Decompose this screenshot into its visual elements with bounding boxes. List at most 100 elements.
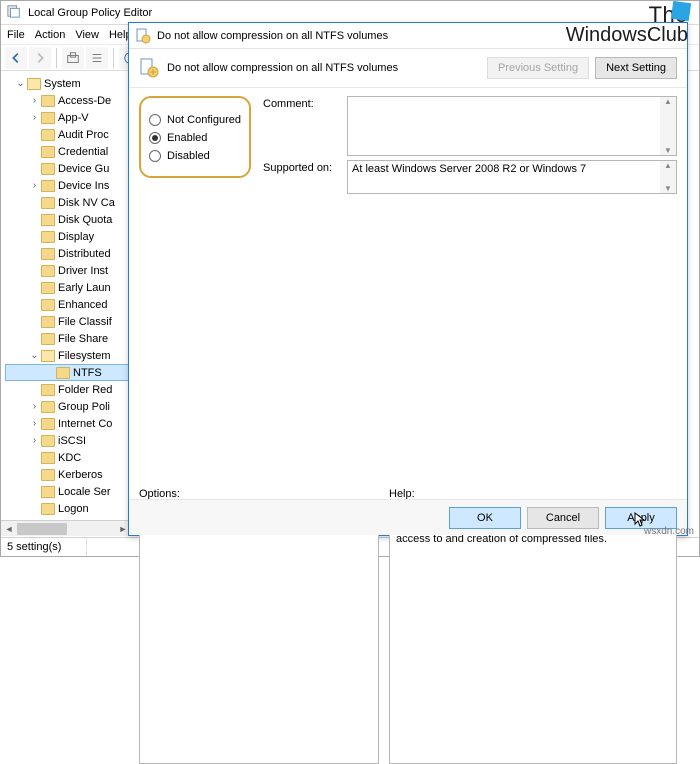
tree-node[interactable]: ›iSCSI (5, 432, 130, 449)
tree-node[interactable]: Audit Proc (5, 126, 130, 143)
tree-node-system[interactable]: ⌄ System (5, 75, 130, 92)
tree-view[interactable]: ⌄ System ›Access-De›App-VAudit ProcCrede… (1, 73, 131, 536)
cancel-button[interactable]: Cancel (527, 507, 599, 529)
folder-icon (27, 78, 41, 90)
scrollbar[interactable]: ▲▼ (660, 97, 676, 155)
expand-icon[interactable] (29, 299, 40, 310)
expand-icon[interactable]: › (29, 112, 40, 123)
next-setting-button[interactable]: Next Setting (595, 57, 677, 79)
folder-icon (41, 231, 55, 243)
expand-icon[interactable] (29, 163, 40, 174)
folder-icon (41, 248, 55, 260)
comment-textbox[interactable]: ▲▼ (347, 96, 677, 156)
expand-icon[interactable] (29, 384, 40, 395)
previous-setting-button[interactable]: Previous Setting (487, 57, 589, 79)
folder-icon (41, 112, 55, 124)
folder-icon (41, 282, 55, 294)
radio-dot-icon (149, 114, 161, 126)
tree-node[interactable]: ⌄Filesystem (5, 347, 130, 364)
radio-enabled[interactable]: Enabled (149, 132, 241, 144)
policy-dialog: Do not allow compression on all NTFS vol… (128, 22, 688, 536)
folder-icon (41, 418, 55, 430)
expand-icon[interactable] (29, 214, 40, 225)
tree-node[interactable]: Early Laun (5, 279, 130, 296)
expand-icon[interactable] (29, 248, 40, 259)
expand-icon[interactable] (29, 129, 40, 140)
expand-icon[interactable] (29, 197, 40, 208)
tree-horizontal-scrollbar[interactable]: ◄ ► (1, 520, 131, 536)
tree-node[interactable]: ›Access-De (5, 92, 130, 109)
toolbar-forward-icon[interactable] (29, 47, 51, 69)
tree-node[interactable]: Kerberos (5, 466, 130, 483)
folder-icon (41, 299, 55, 311)
folder-icon (41, 163, 55, 175)
scroll-up-icon: ▲ (664, 97, 672, 106)
expand-icon[interactable] (29, 282, 40, 293)
dialog-titlebar[interactable]: Do not allow compression on all NTFS vol… (129, 23, 687, 49)
folder-icon (41, 146, 55, 158)
dialog-header-text: Do not allow compression on all NTFS vol… (167, 62, 479, 74)
tree-node[interactable]: Logon (5, 500, 130, 517)
tree-node[interactable]: ›Group Poli (5, 398, 130, 415)
folder-icon (56, 367, 70, 379)
tree-node[interactable]: ›Device Ins (5, 177, 130, 194)
expand-icon[interactable] (29, 231, 40, 242)
expand-icon[interactable] (29, 316, 40, 327)
ok-button[interactable]: OK (449, 507, 521, 529)
menu-action[interactable]: Action (35, 29, 66, 41)
tree-node[interactable]: NTFS (5, 364, 130, 381)
folder-icon (41, 333, 55, 345)
tree-node[interactable]: File Share (5, 330, 130, 347)
tree-node[interactable]: KDC (5, 449, 130, 466)
toolbar-list-icon[interactable] (86, 47, 108, 69)
expand-icon[interactable] (29, 146, 40, 157)
scrollbar[interactable]: ▲▼ (660, 161, 676, 193)
expand-icon[interactable] (29, 469, 40, 480)
statusbar-text: 5 setting(s) (7, 538, 87, 556)
expand-icon[interactable] (44, 367, 55, 378)
expand-icon[interactable]: › (29, 418, 40, 429)
expand-icon[interactable] (29, 503, 40, 514)
radio-disabled[interactable]: Disabled (149, 150, 241, 162)
tree-node[interactable]: Driver Inst (5, 262, 130, 279)
expand-icon[interactable]: › (29, 95, 40, 106)
menu-view[interactable]: View (75, 29, 99, 41)
expand-icon[interactable] (29, 333, 40, 344)
scroll-thumb[interactable] (17, 523, 67, 535)
attribution: wsxdn.com (644, 526, 694, 537)
toolbar-back-icon[interactable] (5, 47, 27, 69)
toolbar-up-icon[interactable] (62, 47, 84, 69)
tree-node[interactable]: Credential (5, 143, 130, 160)
folder-icon (41, 214, 55, 226)
tree-node[interactable]: Disk Quota (5, 211, 130, 228)
menu-file[interactable]: File (7, 29, 25, 41)
policy-icon (135, 28, 151, 44)
folder-icon (41, 401, 55, 413)
scroll-left-icon[interactable]: ◄ (1, 522, 17, 536)
expand-icon[interactable] (29, 265, 40, 276)
expand-icon[interactable]: › (29, 401, 40, 412)
expand-icon[interactable]: › (29, 180, 40, 191)
tree-node[interactable]: ›App-V (5, 109, 130, 126)
supported-label: Supported on: (263, 160, 341, 174)
tree-node[interactable]: Enhanced (5, 296, 130, 313)
radio-not-configured[interactable]: Not Configured (149, 114, 241, 126)
expand-icon[interactable]: › (29, 435, 40, 446)
tree-node[interactable]: Distributed (5, 245, 130, 262)
tree-node[interactable]: Locale Ser (5, 483, 130, 500)
folder-icon (41, 452, 55, 464)
parent-title-text: Local Group Policy Editor (28, 7, 152, 19)
radio-dot-icon (149, 132, 161, 144)
expand-icon[interactable]: ⌄ (29, 350, 40, 361)
help-panel: Compression can add to the processing ov… (389, 504, 677, 764)
tree-node[interactable]: Device Gu (5, 160, 130, 177)
tree-node[interactable]: Folder Red (5, 381, 130, 398)
expand-icon[interactable] (29, 486, 40, 497)
tree-node[interactable]: Display (5, 228, 130, 245)
tree-node[interactable]: File Classif (5, 313, 130, 330)
tree-node[interactable]: ›Internet Co (5, 415, 130, 432)
dialog-title-text: Do not allow compression on all NTFS vol… (157, 30, 388, 42)
expand-icon[interactable] (29, 452, 40, 463)
tree-node[interactable]: Disk NV Ca (5, 194, 130, 211)
expand-icon[interactable]: ⌄ (15, 78, 26, 89)
